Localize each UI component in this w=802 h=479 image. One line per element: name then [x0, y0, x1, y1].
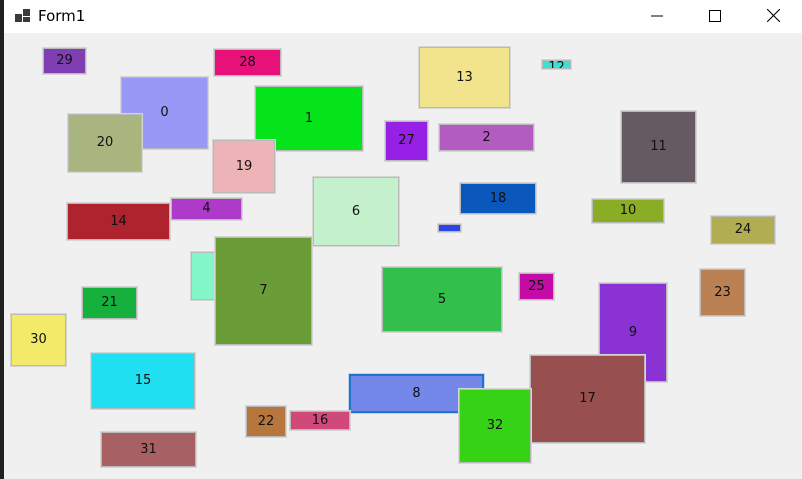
box-18[interactable]: 18: [459, 182, 537, 215]
box-label: 24: [734, 222, 752, 237]
maximize-icon: [709, 9, 721, 22]
box-6[interactable]: 6: [312, 176, 400, 247]
box-label: 22: [257, 413, 275, 429]
box-25[interactable]: 25: [518, 272, 555, 301]
box-label: 27: [398, 133, 415, 148]
box-28[interactable]: 28: [213, 48, 282, 77]
box-32[interactable]: 32: [458, 388, 532, 464]
box-label: 21: [101, 295, 118, 310]
box-23[interactable]: 23: [699, 268, 746, 317]
box-label: 7: [259, 283, 268, 298]
box-24[interactable]: 24: [710, 215, 776, 245]
close-button[interactable]: [744, 0, 802, 31]
box-label: 32: [486, 418, 504, 433]
close-icon: [766, 9, 780, 22]
box-label: 31: [140, 441, 157, 457]
box-label: 29: [56, 53, 73, 68]
box-19[interactable]: 19: [212, 139, 276, 194]
box-27[interactable]: 27: [384, 120, 429, 162]
box-12[interactable]: 12: [541, 59, 572, 70]
box-30[interactable]: 30: [10, 313, 67, 367]
minimize-icon: [651, 15, 663, 16]
box-label: 18: [489, 190, 507, 206]
box-15[interactable]: 15: [90, 352, 196, 410]
box-13[interactable]: 13: [418, 46, 511, 109]
box-4[interactable]: 4: [170, 197, 243, 221]
box-label: 9: [628, 324, 638, 340]
box-label: 4: [202, 201, 211, 216]
app-icon: [15, 9, 31, 23]
box-label: 16: [311, 412, 329, 428]
box-label: 6: [351, 203, 361, 219]
box-31[interactable]: 31: [100, 431, 197, 468]
box-label: 20: [96, 135, 114, 150]
box-2[interactable]: 2: [438, 123, 535, 152]
box-label: 11: [650, 139, 667, 154]
title-bar[interactable]: Form1: [4, 0, 802, 33]
box-21[interactable]: 21: [81, 286, 138, 320]
box-label: 17: [579, 391, 596, 406]
form-client-area: 29 28 13 12 0 1 20 27 2 11 19 6 18 14 4 …: [4, 33, 802, 479]
box-label: 10: [619, 203, 637, 218]
box-label: 23: [714, 284, 731, 300]
box-16[interactable]: 16: [289, 410, 351, 431]
box-unlabeled-mint[interactable]: [190, 251, 218, 301]
box-label: 1: [304, 110, 314, 126]
box-unlabeled-small[interactable]: [437, 223, 462, 233]
box-17[interactable]: 17: [529, 354, 646, 444]
box-label: 28: [239, 54, 256, 70]
box-11[interactable]: 11: [620, 110, 697, 184]
box-20[interactable]: 20: [67, 113, 143, 173]
box-label: 25: [528, 278, 545, 294]
box-label: 19: [235, 158, 253, 174]
box-label: 5: [437, 291, 447, 307]
box-22[interactable]: 22: [245, 405, 287, 438]
box-label: 14: [110, 213, 127, 229]
box-7[interactable]: 7: [214, 236, 313, 346]
box-label: 12: [548, 60, 565, 69]
minimize-button[interactable]: [628, 0, 686, 31]
maximize-button[interactable]: [686, 0, 744, 31]
box-label: 15: [134, 373, 152, 388]
box-5[interactable]: 5: [381, 266, 503, 333]
box-29[interactable]: 29: [42, 47, 87, 75]
box-10[interactable]: 10: [591, 198, 665, 224]
box-label: 13: [456, 69, 473, 85]
box-label: 2: [482, 129, 491, 145]
window-title: Form1: [38, 7, 86, 25]
box-14[interactable]: 14: [66, 202, 171, 241]
form1-window: Form1 29 28 13 12 0 1 20 27 2 11 19 6 18…: [4, 0, 802, 479]
box-label: 30: [30, 332, 47, 347]
